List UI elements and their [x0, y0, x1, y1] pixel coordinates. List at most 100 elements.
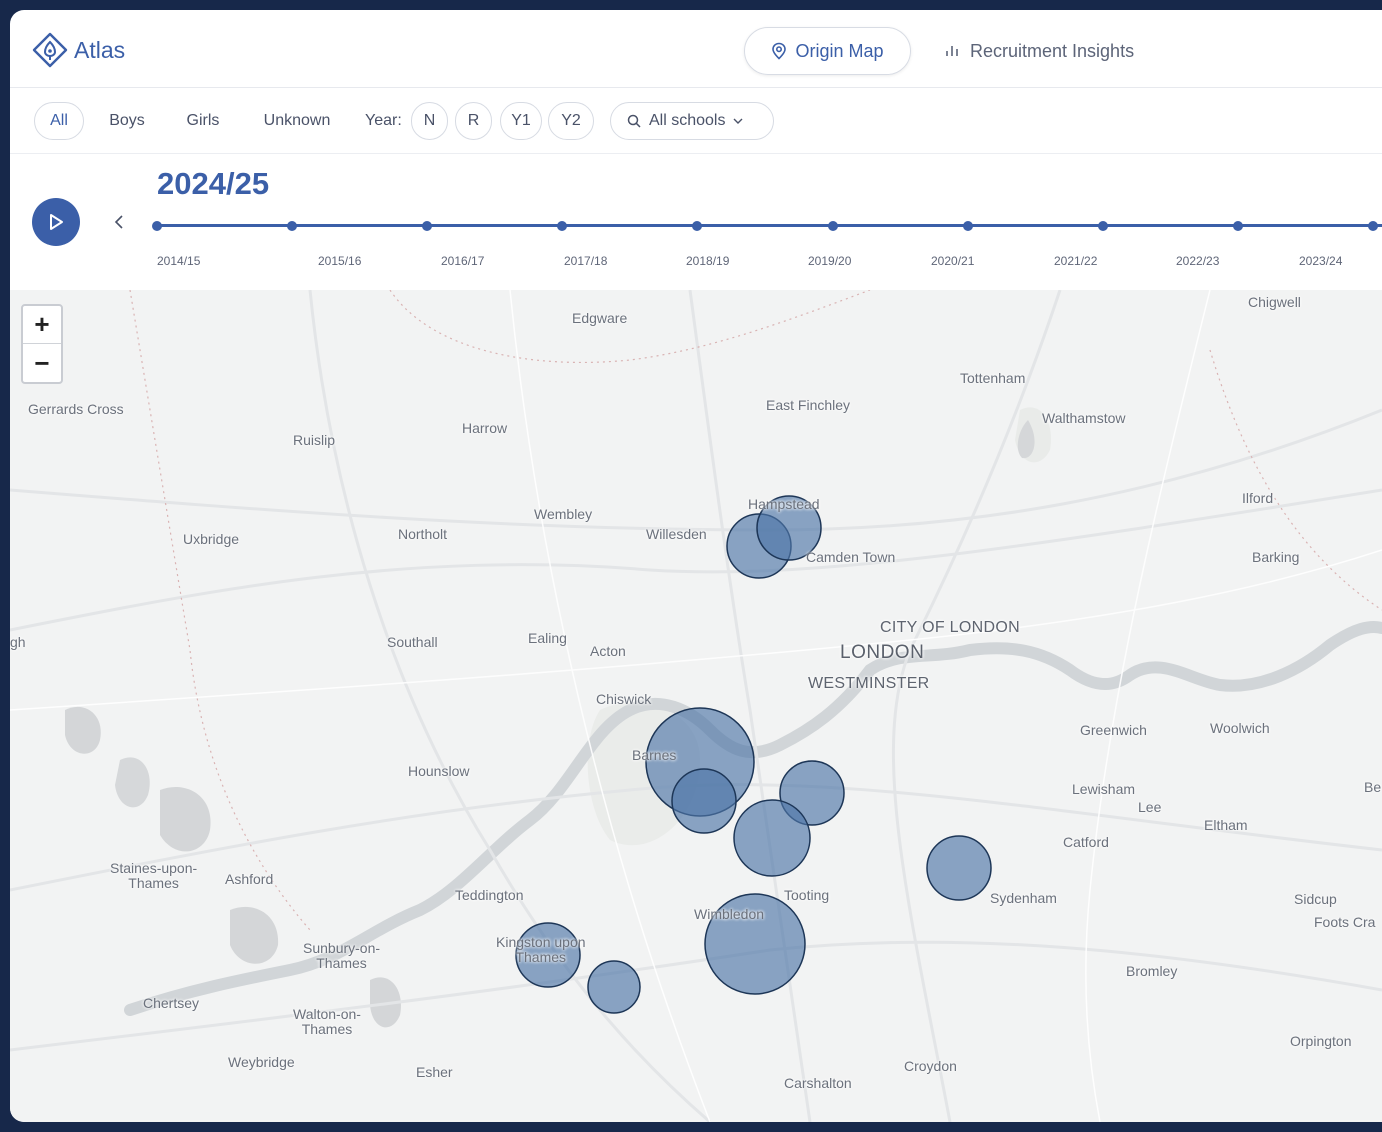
filter-girls[interactable]: Girls	[174, 102, 232, 140]
place-label: Gerrards Cross	[28, 401, 124, 417]
place-label: Sidcup	[1294, 891, 1337, 907]
timeline-stop-current[interactable]	[1368, 221, 1378, 231]
place-label: Wimbledon	[694, 906, 765, 922]
timeline-label[interactable]: 2015/16	[318, 254, 361, 268]
place-label: Wembley	[534, 506, 593, 522]
place-label: Croydon	[904, 1058, 957, 1074]
chevron-down-icon	[733, 118, 743, 124]
chevron-left-icon	[114, 215, 123, 229]
place-label: Woolwich	[1210, 720, 1270, 736]
filter-unknown[interactable]: Unknown	[252, 102, 342, 140]
timeline-stop[interactable]	[287, 221, 297, 231]
place-label: Lewisham	[1072, 781, 1136, 797]
bubble-layer	[515, 495, 992, 1014]
logo-text: Atlas	[74, 36, 126, 63]
filter-bar: All Boys Girls Unknown Year: N R Y1 Y2 A…	[10, 88, 1382, 154]
year-y2[interactable]: Y2	[548, 102, 594, 140]
year-r[interactable]: R	[455, 102, 492, 140]
zoom-out-button[interactable]: −	[23, 344, 61, 382]
place-label: Greenwich	[1080, 722, 1147, 738]
timeline-label[interactable]: 2018/19	[686, 254, 729, 268]
place-label: Willesden	[646, 526, 707, 542]
timeline-label[interactable]: 2016/17	[441, 254, 484, 268]
nav-recruitment-insights[interactable]: Recruitment Insights	[944, 27, 1134, 75]
place-label: Chiswick	[596, 691, 652, 707]
place-label: Foots Cra	[1314, 914, 1376, 930]
timeline: 2024/25 2014/15 2015/16 2016/17 2017/18 …	[10, 154, 1382, 290]
timeline-label[interactable]: 2019/20	[808, 254, 851, 268]
place-label: CITY OF LONDON	[880, 619, 1020, 636]
filter-boys[interactable]: Boys	[98, 102, 156, 140]
place-label: Kingston upon Thames	[496, 934, 586, 965]
timeline-stop[interactable]	[1098, 221, 1108, 231]
timeline-label[interactable]: 2020/21	[931, 254, 974, 268]
year-y1[interactable]: Y1	[500, 102, 542, 140]
place-label: Esher	[416, 1064, 453, 1080]
timeline-label[interactable]: 2022/23	[1176, 254, 1219, 268]
app-frame: Atlas Origin Map Recruitment Insights Al…	[10, 10, 1382, 1122]
place-label: LONDON	[840, 642, 925, 663]
schools-dropdown[interactable]: All schools	[610, 102, 774, 140]
place-label: Tottenham	[960, 370, 1026, 386]
place-label: Hampstead	[748, 496, 820, 512]
place-label: Barking	[1252, 549, 1300, 565]
place-label: Barnes	[632, 747, 677, 763]
place-label: Edgware	[572, 310, 628, 326]
place-label: Ashford	[225, 871, 274, 887]
timeline-label[interactable]: 2017/18	[564, 254, 607, 268]
logo[interactable]: Atlas	[32, 32, 125, 68]
place-label: Sydenham	[990, 890, 1057, 906]
atlas-logo-icon	[32, 32, 68, 68]
timeline-track[interactable]	[156, 224, 1382, 227]
place-label: Northolt	[398, 526, 448, 542]
schools-label: All schools	[649, 112, 726, 129]
play-button[interactable]	[32, 198, 80, 246]
year-label: Year:	[365, 112, 402, 129]
timeline-stop[interactable]	[1233, 221, 1243, 231]
place-label: Hounslow	[408, 763, 470, 779]
place-label: Teddington	[455, 887, 524, 903]
previous-year-button[interactable]	[110, 210, 128, 234]
place-label: East Finchley	[766, 397, 851, 413]
timeline-stop[interactable]	[692, 221, 702, 231]
place-label: Lee	[1138, 799, 1162, 815]
timeline-label[interactable]: 2023/24	[1299, 254, 1342, 268]
timeline-label[interactable]: 2014/15	[157, 254, 200, 268]
recruitment-bubble-wandsworth[interactable]	[733, 799, 811, 877]
timeline-stop[interactable]	[963, 221, 973, 231]
place-label: Southall	[387, 634, 438, 650]
year-n[interactable]: N	[411, 102, 448, 140]
place-label: Weybridge	[228, 1054, 295, 1070]
place-label: Acton	[590, 643, 626, 659]
filter-all[interactable]: All	[34, 102, 84, 140]
current-year: 2024/25	[157, 166, 270, 201]
zoom-in-button[interactable]: +	[23, 306, 61, 344]
zoom-control: + −	[21, 304, 63, 384]
origin-map[interactable]: Edgware Chigwell Tottenham East Finchley…	[10, 290, 1382, 1122]
place-label: Be	[1364, 779, 1382, 795]
recruitment-bubble-sydenham[interactable]	[926, 835, 992, 901]
nav-origin-map[interactable]: Origin Map	[744, 27, 911, 75]
timeline-stop[interactable]	[828, 221, 838, 231]
bar-chart-icon	[946, 46, 958, 56]
nav-origin-label: Origin Map	[795, 40, 884, 61]
play-icon	[50, 214, 63, 230]
recruitment-bubble-roehampton[interactable]	[671, 768, 737, 834]
place-label: Walthamstow	[1042, 410, 1126, 426]
place-label: Walton-on- Thames	[293, 1006, 361, 1037]
place-label: Camden Town	[806, 549, 896, 565]
timeline-stop[interactable]	[422, 221, 432, 231]
place-label: Bromley	[1126, 963, 1178, 979]
place-label: Staines-upon- Thames	[110, 860, 198, 891]
header: Atlas Origin Map Recruitment Insights	[10, 10, 1382, 88]
place-label: Ruislip	[293, 432, 336, 448]
place-label: Tooting	[784, 887, 830, 903]
place-label: Chertsey	[143, 995, 200, 1011]
recruitment-bubble-new-malden[interactable]	[587, 960, 641, 1014]
place-label: Chigwell	[1248, 294, 1301, 310]
timeline-stop[interactable]	[557, 221, 567, 231]
timeline-stop[interactable]	[152, 221, 162, 231]
place-label: Harrow	[462, 420, 508, 436]
timeline-label[interactable]: 2021/22	[1054, 254, 1097, 268]
place-label: Sunbury-on- Thames	[303, 940, 381, 971]
